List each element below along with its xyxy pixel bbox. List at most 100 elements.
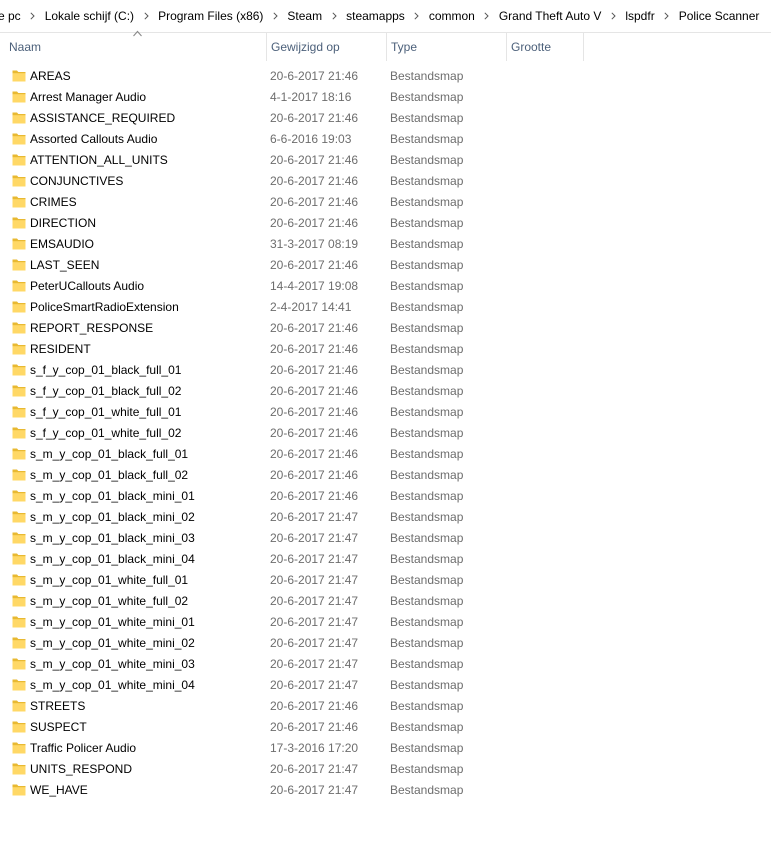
file-name: PoliceSmartRadioExtension bbox=[30, 300, 179, 314]
folder-icon bbox=[12, 112, 26, 124]
file-type: Bestandsmap bbox=[390, 321, 464, 335]
file-row[interactable]: UNITS_RESPOND 20-6-2017 21:47 Bestandsmap bbox=[0, 759, 771, 780]
file-type: Bestandsmap bbox=[390, 636, 464, 650]
file-name: s_f_y_cop_01_white_full_02 bbox=[30, 426, 182, 440]
file-modified: 20-6-2017 21:46 bbox=[270, 405, 359, 419]
file-row[interactable]: STREETS 20-6-2017 21:46 Bestandsmap bbox=[0, 696, 771, 717]
file-modified: 20-6-2017 21:46 bbox=[270, 69, 359, 83]
file-row[interactable]: RESIDENT 20-6-2017 21:46 Bestandsmap bbox=[0, 339, 771, 360]
breadcrumb-separator-icon[interactable] bbox=[606, 0, 620, 32]
breadcrumb-segment[interactable]: Grand Theft Auto V bbox=[494, 0, 607, 32]
file-name: CONJUNCTIVES bbox=[30, 174, 124, 188]
breadcrumb-segment[interactable]: lspdfr bbox=[620, 0, 659, 32]
folder-icon bbox=[12, 721, 26, 733]
breadcrumb-separator-icon[interactable] bbox=[660, 0, 674, 32]
breadcrumb-segment[interactable]: Program Files (x86) bbox=[153, 0, 268, 32]
file-row[interactable]: s_m_y_cop_01_white_mini_03 20-6-2017 21:4… bbox=[0, 654, 771, 675]
file-row[interactable]: PoliceSmartRadioExtension 2-4-2017 14:41 B… bbox=[0, 297, 771, 318]
column-header-type-label: Type bbox=[391, 40, 418, 54]
folder-icon bbox=[12, 175, 26, 187]
file-type: Bestandsmap bbox=[390, 699, 464, 713]
file-row[interactable]: DIRECTION 20-6-2017 21:46 Bestandsmap bbox=[0, 213, 771, 234]
file-modified: 4-1-2017 18:16 bbox=[270, 90, 352, 104]
column-header-name[interactable]: Naam bbox=[5, 30, 264, 61]
file-row[interactable]: s_f_y_cop_01_black_full_01 20-6-2017 21:4… bbox=[0, 360, 771, 381]
file-name: ASSISTANCE_REQUIRED bbox=[30, 111, 176, 125]
file-row[interactable]: CONJUNCTIVES 20-6-2017 21:46 Bestandsmap bbox=[0, 171, 771, 192]
file-row[interactable]: Arrest Manager Audio 4-1-2017 18:16 Bestan… bbox=[0, 87, 771, 108]
file-modified: 20-6-2017 21:47 bbox=[270, 636, 359, 650]
column-header-size[interactable]: Grootte bbox=[506, 33, 584, 61]
folder-icon bbox=[12, 448, 26, 460]
file-list: AREAS 20-6-2017 21:46 Bestandsmap Arrest Ma… bbox=[0, 66, 771, 801]
file-name: s_m_y_cop_01_black_mini_03 bbox=[30, 531, 195, 545]
folder-icon bbox=[12, 385, 26, 397]
file-type: Bestandsmap bbox=[390, 195, 464, 209]
file-row[interactable]: ATTENTION_ALL_UNITS 20-6-2017 21:46 Bestan… bbox=[0, 150, 771, 171]
file-modified: 20-6-2017 21:46 bbox=[270, 699, 359, 713]
breadcrumb-separator-icon[interactable] bbox=[26, 0, 40, 32]
file-name: LAST_SEEN bbox=[30, 258, 100, 272]
breadcrumb-segment[interactable]: Steam bbox=[282, 0, 327, 32]
file-type: Bestandsmap bbox=[390, 552, 464, 566]
file-row[interactable]: AREAS 20-6-2017 21:46 Bestandsmap bbox=[0, 66, 771, 87]
file-type: Bestandsmap bbox=[390, 741, 464, 755]
file-type: Bestandsmap bbox=[390, 720, 464, 734]
file-row[interactable]: s_m_y_cop_01_black_mini_02 20-6-2017 21:4… bbox=[0, 507, 771, 528]
breadcrumb-separator-icon[interactable] bbox=[410, 0, 424, 32]
folder-icon bbox=[12, 490, 26, 502]
file-row[interactable]: s_f_y_cop_01_white_full_02 20-6-2017 21:4… bbox=[0, 423, 771, 444]
breadcrumb-separator-icon[interactable] bbox=[480, 0, 494, 32]
file-row[interactable]: REPORT_RESPONSE 20-6-2017 21:46 Bestandsma… bbox=[0, 318, 771, 339]
file-row[interactable]: s_m_y_cop_01_black_mini_04 20-6-2017 21:4… bbox=[0, 549, 771, 570]
file-row[interactable]: SUSPECT 20-6-2017 21:46 Bestandsmap bbox=[0, 717, 771, 738]
file-row[interactable]: s_f_y_cop_01_white_full_01 20-6-2017 21:4… bbox=[0, 402, 771, 423]
file-type: Bestandsmap bbox=[390, 489, 464, 503]
folder-icon bbox=[12, 301, 26, 313]
breadcrumb-segment[interactable]: steamapps bbox=[341, 0, 410, 32]
file-row[interactable]: s_m_y_cop_01_white_mini_02 20-6-2017 21:4… bbox=[0, 633, 771, 654]
file-row[interactable]: Assorted Callouts Audio 6-6-2016 19:03 Bes… bbox=[0, 129, 771, 150]
folder-icon bbox=[12, 322, 26, 334]
file-row[interactable]: CRIMES 20-6-2017 21:46 Bestandsmap bbox=[0, 192, 771, 213]
file-name: s_m_y_cop_01_black_mini_01 bbox=[30, 489, 195, 503]
file-row[interactable]: s_f_y_cop_01_black_full_02 20-6-2017 21:4… bbox=[0, 381, 771, 402]
folder-icon bbox=[12, 532, 26, 544]
folder-icon bbox=[12, 343, 26, 355]
file-name: AREAS bbox=[30, 69, 71, 83]
file-row[interactable]: s_m_y_cop_01_white_mini_01 20-6-2017 21:4… bbox=[0, 612, 771, 633]
file-row[interactable]: s_m_y_cop_01_black_mini_01 20-6-2017 21:4… bbox=[0, 486, 771, 507]
column-header-row: Naam Gewijzigd op Type Grootte bbox=[0, 30, 771, 61]
breadcrumb-segment[interactable]: common bbox=[424, 0, 480, 32]
file-modified: 2-4-2017 14:41 bbox=[270, 300, 352, 314]
file-row[interactable]: s_m_y_cop_01_black_full_01 20-6-2017 21:4… bbox=[0, 444, 771, 465]
file-row[interactable]: s_m_y_cop_01_white_full_02 20-6-2017 21:4… bbox=[0, 591, 771, 612]
folder-icon bbox=[12, 217, 26, 229]
file-row[interactable]: EMSAUDIO 31-3-2017 08:19 Bestandsmap bbox=[0, 234, 771, 255]
file-row[interactable]: Traffic Policer Audio 17-3-2016 17:20 Best… bbox=[0, 738, 771, 759]
column-header-modified[interactable]: Gewijzigd op bbox=[266, 33, 383, 61]
file-modified: 20-6-2017 21:46 bbox=[270, 489, 359, 503]
file-row[interactable]: s_m_y_cop_01_black_mini_03 20-6-2017 21:4… bbox=[0, 528, 771, 549]
file-type: Bestandsmap bbox=[390, 678, 464, 692]
file-name: Assorted Callouts Audio bbox=[30, 132, 158, 146]
address-breadcrumb: e pc Lokale schijf (C:) Program Files (x86… bbox=[0, 0, 771, 33]
breadcrumb-separator-icon[interactable] bbox=[268, 0, 282, 32]
file-type: Bestandsmap bbox=[390, 468, 464, 482]
folder-icon bbox=[12, 364, 26, 376]
file-modified: 20-6-2017 21:47 bbox=[270, 783, 359, 797]
breadcrumb-separator-icon[interactable] bbox=[139, 0, 153, 32]
file-row[interactable]: WE_HAVE 20-6-2017 21:47 Bestandsmap bbox=[0, 780, 771, 801]
file-row[interactable]: s_m_y_cop_01_black_full_02 20-6-2017 21:4… bbox=[0, 465, 771, 486]
breadcrumb-segment[interactable]: Lokale schijf (C:) bbox=[40, 0, 139, 32]
file-row[interactable]: s_m_y_cop_01_white_mini_04 20-6-2017 21:4… bbox=[0, 675, 771, 696]
breadcrumb-segment[interactable]: Police Scanner bbox=[674, 0, 765, 32]
breadcrumb-separator-icon[interactable] bbox=[327, 0, 341, 32]
file-row[interactable]: s_m_y_cop_01_white_full_01 20-6-2017 21:4… bbox=[0, 570, 771, 591]
column-header-type[interactable]: Type bbox=[386, 33, 503, 61]
file-row[interactable]: ASSISTANCE_REQUIRED 20-6-2017 21:46 Bestan… bbox=[0, 108, 771, 129]
folder-icon bbox=[12, 91, 26, 103]
file-row[interactable]: LAST_SEEN 20-6-2017 21:46 Bestandsmap bbox=[0, 255, 771, 276]
file-row[interactable]: PeterUCallouts Audio 14-4-2017 19:08 Besta… bbox=[0, 276, 771, 297]
breadcrumb-segment[interactable]: e pc bbox=[0, 0, 26, 32]
